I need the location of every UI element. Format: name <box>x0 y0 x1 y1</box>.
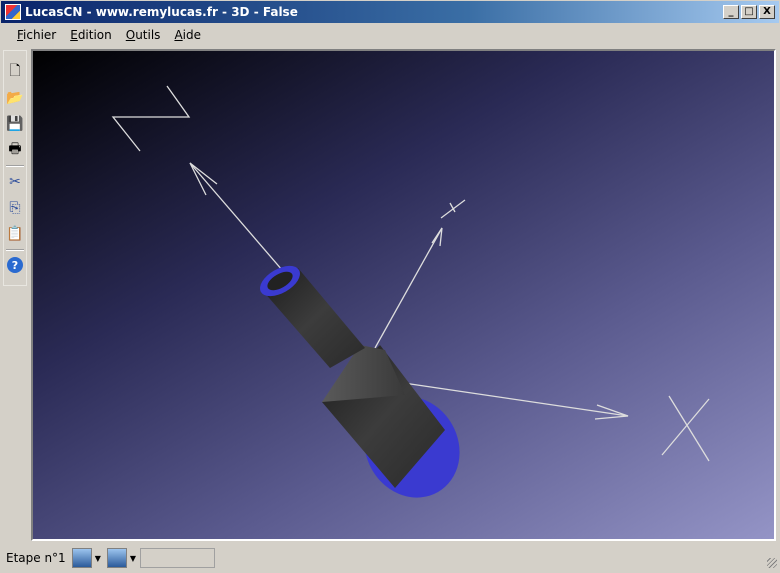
dropdown-arrow-icon[interactable]: ▼ <box>130 554 136 563</box>
new-file-icon[interactable]: 🗋 <box>6 63 24 81</box>
toolbar-separator <box>6 165 24 167</box>
step-label: Etape n°1 <box>6 551 66 565</box>
tool-part-model <box>260 265 460 498</box>
minimize-button[interactable]: _ <box>723 5 739 19</box>
menu-outils[interactable]: Outils <box>119 28 168 42</box>
resize-grip[interactable] <box>767 558 777 568</box>
save-icon[interactable]: 💾 <box>6 115 24 133</box>
open-folder-icon[interactable]: 📂 <box>6 89 24 107</box>
image-icon[interactable] <box>71 548 92 568</box>
help-icon[interactable]: ? <box>7 257 23 273</box>
menu-aide[interactable]: Aide <box>167 28 208 42</box>
3d-viewport[interactable] <box>31 49 776 541</box>
axis-z <box>111 85 296 286</box>
menu-bar: Fichier Edition Outils Aide <box>0 25 780 45</box>
status-bar: Etape n°1 ▼ ▼ <box>0 545 780 571</box>
app-icon <box>5 4 21 20</box>
toolbar: 🗋 📂 💾 🖶 ✂ ⎘ 📋 ? <box>3 50 27 286</box>
copy-icon[interactable]: ⎘ <box>6 199 24 217</box>
window-title: LucasCN - www.remylucas.fr - 3D - False <box>25 5 298 19</box>
cut-icon[interactable]: ✂ <box>6 173 24 191</box>
title-bar: LucasCN - www.remylucas.fr - 3D - False … <box>0 0 780 24</box>
status-field[interactable] <box>140 548 216 568</box>
axis-z-label <box>111 85 191 152</box>
print-icon[interactable]: 🖶 <box>6 141 24 159</box>
axis-y <box>374 199 466 349</box>
paste-icon[interactable]: 📋 <box>6 225 24 243</box>
menu-fichier[interactable]: Fichier <box>10 28 63 42</box>
maximize-button[interactable]: □ <box>741 5 757 19</box>
close-button[interactable]: X <box>759 5 775 19</box>
image-icon[interactable] <box>106 548 127 568</box>
dropdown-arrow-icon[interactable]: ▼ <box>95 554 101 563</box>
toolbar-separator <box>6 249 24 251</box>
menu-edition[interactable]: Edition <box>63 28 119 42</box>
